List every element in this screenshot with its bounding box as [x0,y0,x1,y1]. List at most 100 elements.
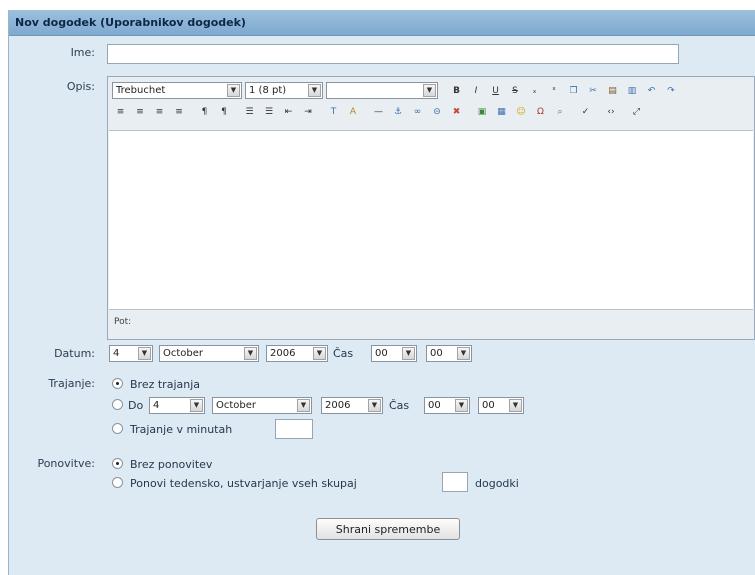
date-day-select[interactable]: 4 ▼ [109,345,153,362]
duration-until-label: Do [128,399,144,412]
copy-icon[interactable]: ❐ [567,85,580,97]
date-hour-value: 00 [375,348,388,359]
repeat-label: Ponovitve: [37,457,95,470]
smiley-icon[interactable]: ☺ [515,106,528,118]
duration-hour-select[interactable]: 00 ▼ [424,397,470,414]
repeat-weekly-radio[interactable] [112,477,123,488]
title-bar: Nov dogodek (Uporabnikov dogodek) [9,10,755,36]
duration-none-radio[interactable] [112,378,123,389]
cut-icon[interactable]: ✂ [587,85,600,97]
duration-minutes-radio[interactable] [112,423,123,434]
description-label: Opis: [66,80,95,93]
chevron-down-icon: ▼ [313,347,326,360]
duration-minutes-label: Trajanje v minutah [130,423,233,436]
justify-icon[interactable]: ≡ [173,106,186,118]
duration-time-label: Čas [389,399,410,412]
font-size-value: 1 (8 pt) [249,85,287,96]
repeat-weekly-label: Ponovi tedensko, ustvarjanje vseh skupaj [130,477,357,490]
chevron-down-icon: ▼ [227,84,240,97]
font-family-select[interactable]: Trebuchet ▼ [112,82,242,99]
ltr-icon[interactable]: ¶ [198,106,211,118]
chevron-down-icon: ▼ [423,84,436,97]
underline-icon[interactable]: U [489,85,502,97]
font-family-value: Trebuchet [116,85,166,96]
indent-icon[interactable]: ⇥ [302,106,315,118]
table-icon[interactable]: ▦ [495,106,508,118]
italic-icon[interactable]: I [470,85,483,97]
clean-icon[interactable]: ✖ [450,106,463,118]
duration-none-label: Brez trajanja [130,378,201,391]
chevron-down-icon: ▼ [138,347,151,360]
duration-month-select[interactable]: October ▼ [212,397,312,414]
paste-text-icon[interactable]: ▥ [626,85,639,97]
align-center-icon[interactable]: ≡ [134,106,147,118]
date-day-value: 4 [113,348,120,359]
special-char-icon[interactable]: Ω [534,106,547,118]
undo-icon[interactable]: ↶ [645,85,658,97]
anchor-icon[interactable]: ⚓ [392,106,405,118]
editor-content-area[interactable] [109,130,753,310]
duration-minute-select[interactable]: 00 ▼ [478,397,524,414]
repeat-count-input[interactable] [442,472,468,492]
image-icon[interactable]: ▣ [476,106,489,118]
date-month-value: October [163,348,204,359]
repeat-suffix-label: dogodki [475,477,519,490]
align-left-icon[interactable]: ≡ [114,106,127,118]
name-label: Ime: [70,46,95,59]
horizontal-rule-icon[interactable]: — [372,106,385,118]
link-icon[interactable]: ∞ [411,106,424,118]
chevron-down-icon: ▼ [509,399,522,412]
subscript-icon[interactable]: ₓ [528,85,541,97]
outdent-icon[interactable]: ⇤ [282,106,295,118]
search-replace-icon[interactable]: ⌕ [554,106,567,118]
duration-month-value: October [216,400,257,411]
date-minute-value: 00 [430,348,443,359]
paste-icon[interactable]: ▤ [606,85,619,97]
duration-year-value: 2006 [325,400,351,411]
duration-day-value: 4 [153,400,160,411]
save-changes-button[interactable]: Shrani spremembe [316,518,460,540]
redo-icon[interactable]: ↷ [665,85,678,97]
format-toolbar: B I U S ₓ ˣ ❐ ✂ ▤ ▥ ↶ ↷ [450,84,681,100]
chevron-down-icon: ▼ [297,399,310,412]
repeat-none-radio[interactable] [112,458,123,469]
font-size-select[interactable]: 1 (8 pt) ▼ [245,82,323,99]
strikethrough-icon[interactable]: S [509,85,522,97]
date-minute-select[interactable]: 00 ▼ [426,345,472,362]
date-hour-select[interactable]: 00 ▼ [371,345,417,362]
align-right-icon[interactable]: ≡ [153,106,166,118]
editor-path-label: Pot: [114,317,132,327]
superscript-icon[interactable]: ˣ [548,85,561,97]
name-input[interactable] [107,44,679,64]
fullscreen-icon[interactable]: ⤢ [630,106,643,118]
date-label: Datum: [54,347,95,360]
spellcheck-icon[interactable]: ✓ [579,106,592,118]
duration-label: Trajanje: [48,377,95,390]
duration-minutes-input[interactable] [275,419,313,439]
page-title: Nov dogodek (Uporabnikov dogodek) [15,16,246,29]
chevron-down-icon: ▼ [190,399,203,412]
numbered-list-icon[interactable]: ☰ [243,106,256,118]
background-color-icon[interactable]: A [347,106,360,118]
repeat-none-label: Brez ponovitev [130,458,213,471]
bullet-list-icon[interactable]: ☰ [263,106,276,118]
chevron-down-icon: ▼ [457,347,470,360]
rich-text-editor: Trebuchet ▼ 1 (8 pt) ▼ ▼ B I U S ₓ ˣ ❐ ✂… [107,76,755,340]
duration-minute-value: 00 [482,400,495,411]
date-year-select[interactable]: 2006 ▼ [266,345,328,362]
chevron-down-icon: ▼ [455,399,468,412]
html-source-icon[interactable]: ‹› [605,106,618,118]
date-month-select[interactable]: October ▼ [159,345,259,362]
duration-year-select[interactable]: 2006 ▼ [321,397,383,414]
text-color-icon[interactable]: T [327,106,340,118]
chevron-down-icon: ▼ [244,347,257,360]
rtl-icon[interactable]: ¶ [218,106,231,118]
unlink-icon[interactable]: ⊝ [431,106,444,118]
duration-hour-value: 00 [428,400,441,411]
duration-until-radio[interactable] [112,399,123,410]
layout-toolbar: ≡ ≡ ≡ ≡ ¶ ¶ ☰ ☰ ⇤ ⇥ T A — ⚓ ∞ ⊝ ✖ ▣ ▦ ☺ … [114,105,646,121]
bold-icon[interactable]: B [450,85,463,97]
paragraph-style-select[interactable]: ▼ [326,82,438,99]
chevron-down-icon: ▼ [308,84,321,97]
duration-day-select[interactable]: 4 ▼ [149,397,205,414]
